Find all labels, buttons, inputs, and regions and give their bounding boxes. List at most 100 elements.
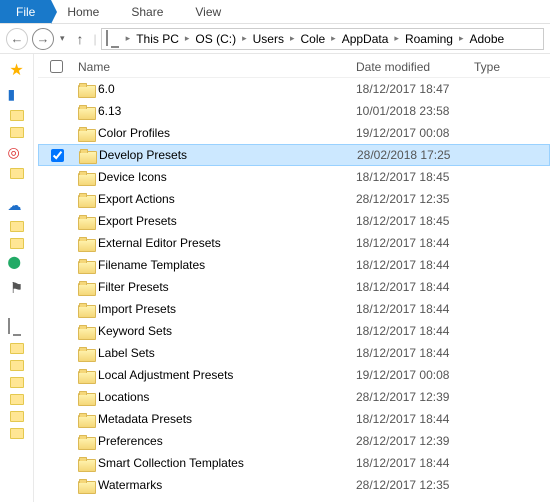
row-name-cell[interactable]: Color Profiles: [74, 126, 356, 140]
chevron-right-icon[interactable]: ▸: [240, 33, 249, 44]
file-row[interactable]: Export Presets18/12/2017 18:45: [38, 210, 550, 232]
folder-icon[interactable]: [10, 168, 24, 179]
chevron-right-icon[interactable]: ▸: [457, 33, 466, 44]
chevron-right-icon[interactable]: ▸: [392, 33, 401, 44]
file-row[interactable]: Locations28/12/2017 12:39: [38, 386, 550, 408]
address-segment[interactable]: This PC: [134, 31, 181, 47]
recent-locations-dropdown[interactable]: ▾: [58, 33, 67, 44]
file-row[interactable]: Import Presets18/12/2017 18:44: [38, 298, 550, 320]
file-row[interactable]: Develop Presets28/02/2018 17:25: [38, 144, 550, 166]
folder-icon[interactable]: [10, 127, 24, 138]
arrow-left-icon: ←: [11, 32, 24, 45]
chevron-right-icon[interactable]: ▸: [288, 33, 297, 44]
address-segment[interactable]: Adobe: [468, 31, 507, 47]
this-pc-icon[interactable]: [8, 319, 26, 337]
file-row[interactable]: Device Icons18/12/2017 18:45: [38, 166, 550, 188]
select-all-checkbox[interactable]: [38, 60, 74, 73]
ribbon-tab-view[interactable]: View: [179, 1, 237, 23]
address-segment[interactable]: OS (C:): [193, 31, 238, 47]
ribbon-tab-file[interactable]: File: [0, 0, 51, 23]
folder-icon[interactable]: [10, 238, 24, 249]
row-name-cell[interactable]: Filter Presets: [74, 280, 356, 294]
file-row[interactable]: Preferences28/12/2017 12:39: [38, 430, 550, 452]
row-name-cell[interactable]: Import Presets: [74, 302, 356, 316]
address-segment[interactable]: Roaming: [403, 31, 455, 47]
row-name-cell[interactable]: Locations: [74, 390, 356, 404]
row-name-cell[interactable]: Device Icons: [74, 170, 356, 184]
file-row[interactable]: External Editor Presets18/12/2017 18:44: [38, 232, 550, 254]
file-name: Import Presets: [98, 302, 176, 316]
file-row[interactable]: Label Sets18/12/2017 18:44: [38, 342, 550, 364]
file-row[interactable]: Watermarks28/12/2017 12:35: [38, 474, 550, 496]
row-name-cell[interactable]: Label Sets: [74, 346, 356, 360]
address-segment[interactable]: AppData: [340, 31, 391, 47]
favorites-icon[interactable]: ★: [9, 60, 23, 80]
folder-icon[interactable]: [10, 377, 24, 388]
row-name-cell[interactable]: Keyword Sets: [74, 324, 356, 338]
flag-icon[interactable]: ⚑: [10, 279, 23, 297]
tree-item-icon[interactable]: ▮: [8, 86, 26, 104]
row-checkbox[interactable]: [39, 149, 75, 162]
arrow-right-icon: →: [37, 32, 50, 45]
folder-icon: [78, 215, 94, 228]
folder-icon[interactable]: [10, 110, 24, 121]
row-name-cell[interactable]: Smart Collection Templates: [74, 456, 356, 470]
file-list-area: Name Date modified Type 6.018/12/2017 18…: [34, 54, 550, 502]
address-segment[interactable]: Users: [251, 31, 286, 47]
folder-icon: [78, 127, 94, 140]
onedrive-icon[interactable]: ☁: [8, 197, 26, 215]
chevron-right-icon[interactable]: ▸: [183, 33, 192, 44]
row-date-cell: 18/12/2017 18:44: [356, 280, 474, 294]
folder-icon[interactable]: [10, 360, 24, 371]
file-row[interactable]: Export Actions28/12/2017 12:35: [38, 188, 550, 210]
folder-icon: [78, 281, 94, 294]
folder-icon[interactable]: [10, 394, 24, 405]
row-name-cell[interactable]: Metadata Presets: [74, 412, 356, 426]
row-date-cell: 18/12/2017 18:44: [356, 412, 474, 426]
row-name-cell[interactable]: Export Presets: [74, 214, 356, 228]
file-name: Export Actions: [98, 192, 175, 206]
file-row[interactable]: 6.1310/01/2018 23:58: [38, 100, 550, 122]
folder-icon[interactable]: [10, 428, 24, 439]
up-button[interactable]: ↑: [71, 31, 90, 47]
file-row[interactable]: Metadata Presets18/12/2017 18:44: [38, 408, 550, 430]
file-name: External Editor Presets: [98, 236, 221, 250]
file-row[interactable]: Smart Collection Templates18/12/2017 18:…: [38, 452, 550, 474]
back-button[interactable]: ←: [6, 28, 28, 50]
ribbon-tab-share[interactable]: Share: [115, 1, 179, 23]
column-header-name[interactable]: Name: [74, 60, 356, 74]
row-name-cell[interactable]: Preferences: [74, 434, 356, 448]
file-row[interactable]: Filter Presets18/12/2017 18:44: [38, 276, 550, 298]
nav-pane[interactable]: ★ ▮ ◎ ☁ ⬤ ⚑: [0, 54, 34, 502]
row-name-cell[interactable]: Filename Templates: [74, 258, 356, 272]
row-name-cell[interactable]: External Editor Presets: [74, 236, 356, 250]
file-row[interactable]: Keyword Sets18/12/2017 18:44: [38, 320, 550, 342]
row-name-cell[interactable]: Develop Presets: [75, 148, 357, 162]
chevron-right-icon[interactable]: ▸: [329, 33, 338, 44]
folder-icon: [78, 369, 94, 382]
row-name-cell[interactable]: 6.0: [74, 82, 356, 96]
row-name-cell[interactable]: Watermarks: [74, 478, 356, 492]
folder-icon[interactable]: [10, 411, 24, 422]
tree-item-icon[interactable]: ◎: [8, 144, 26, 162]
row-name-cell[interactable]: 6.13: [74, 104, 356, 118]
column-header-date[interactable]: Date modified: [356, 60, 474, 74]
folder-icon[interactable]: [10, 221, 24, 232]
row-name-cell[interactable]: Local Adjustment Presets: [74, 368, 356, 382]
chevron-right-icon[interactable]: ▸: [124, 33, 133, 44]
file-row[interactable]: Filename Templates18/12/2017 18:44: [38, 254, 550, 276]
row-name-cell[interactable]: Export Actions: [74, 192, 356, 206]
tree-item-icon[interactable]: ⬤: [8, 255, 26, 273]
folder-icon[interactable]: [10, 343, 24, 354]
ribbon-tab-home[interactable]: Home: [51, 1, 115, 23]
address-segment[interactable]: Cole: [298, 31, 327, 47]
folder-icon: [78, 171, 94, 184]
forward-button[interactable]: →: [32, 28, 54, 50]
file-row[interactable]: Local Adjustment Presets19/12/2017 00:08: [38, 364, 550, 386]
file-row[interactable]: Color Profiles19/12/2017 00:08: [38, 122, 550, 144]
column-header-type[interactable]: Type: [474, 60, 550, 74]
address-bar[interactable]: ▸ This PC ▸ OS (C:) ▸ Users ▸ Cole ▸ App…: [101, 28, 544, 50]
file-row[interactable]: 6.018/12/2017 18:47: [38, 78, 550, 100]
file-name: Watermarks: [98, 478, 162, 492]
file-name: Locations: [98, 390, 149, 404]
